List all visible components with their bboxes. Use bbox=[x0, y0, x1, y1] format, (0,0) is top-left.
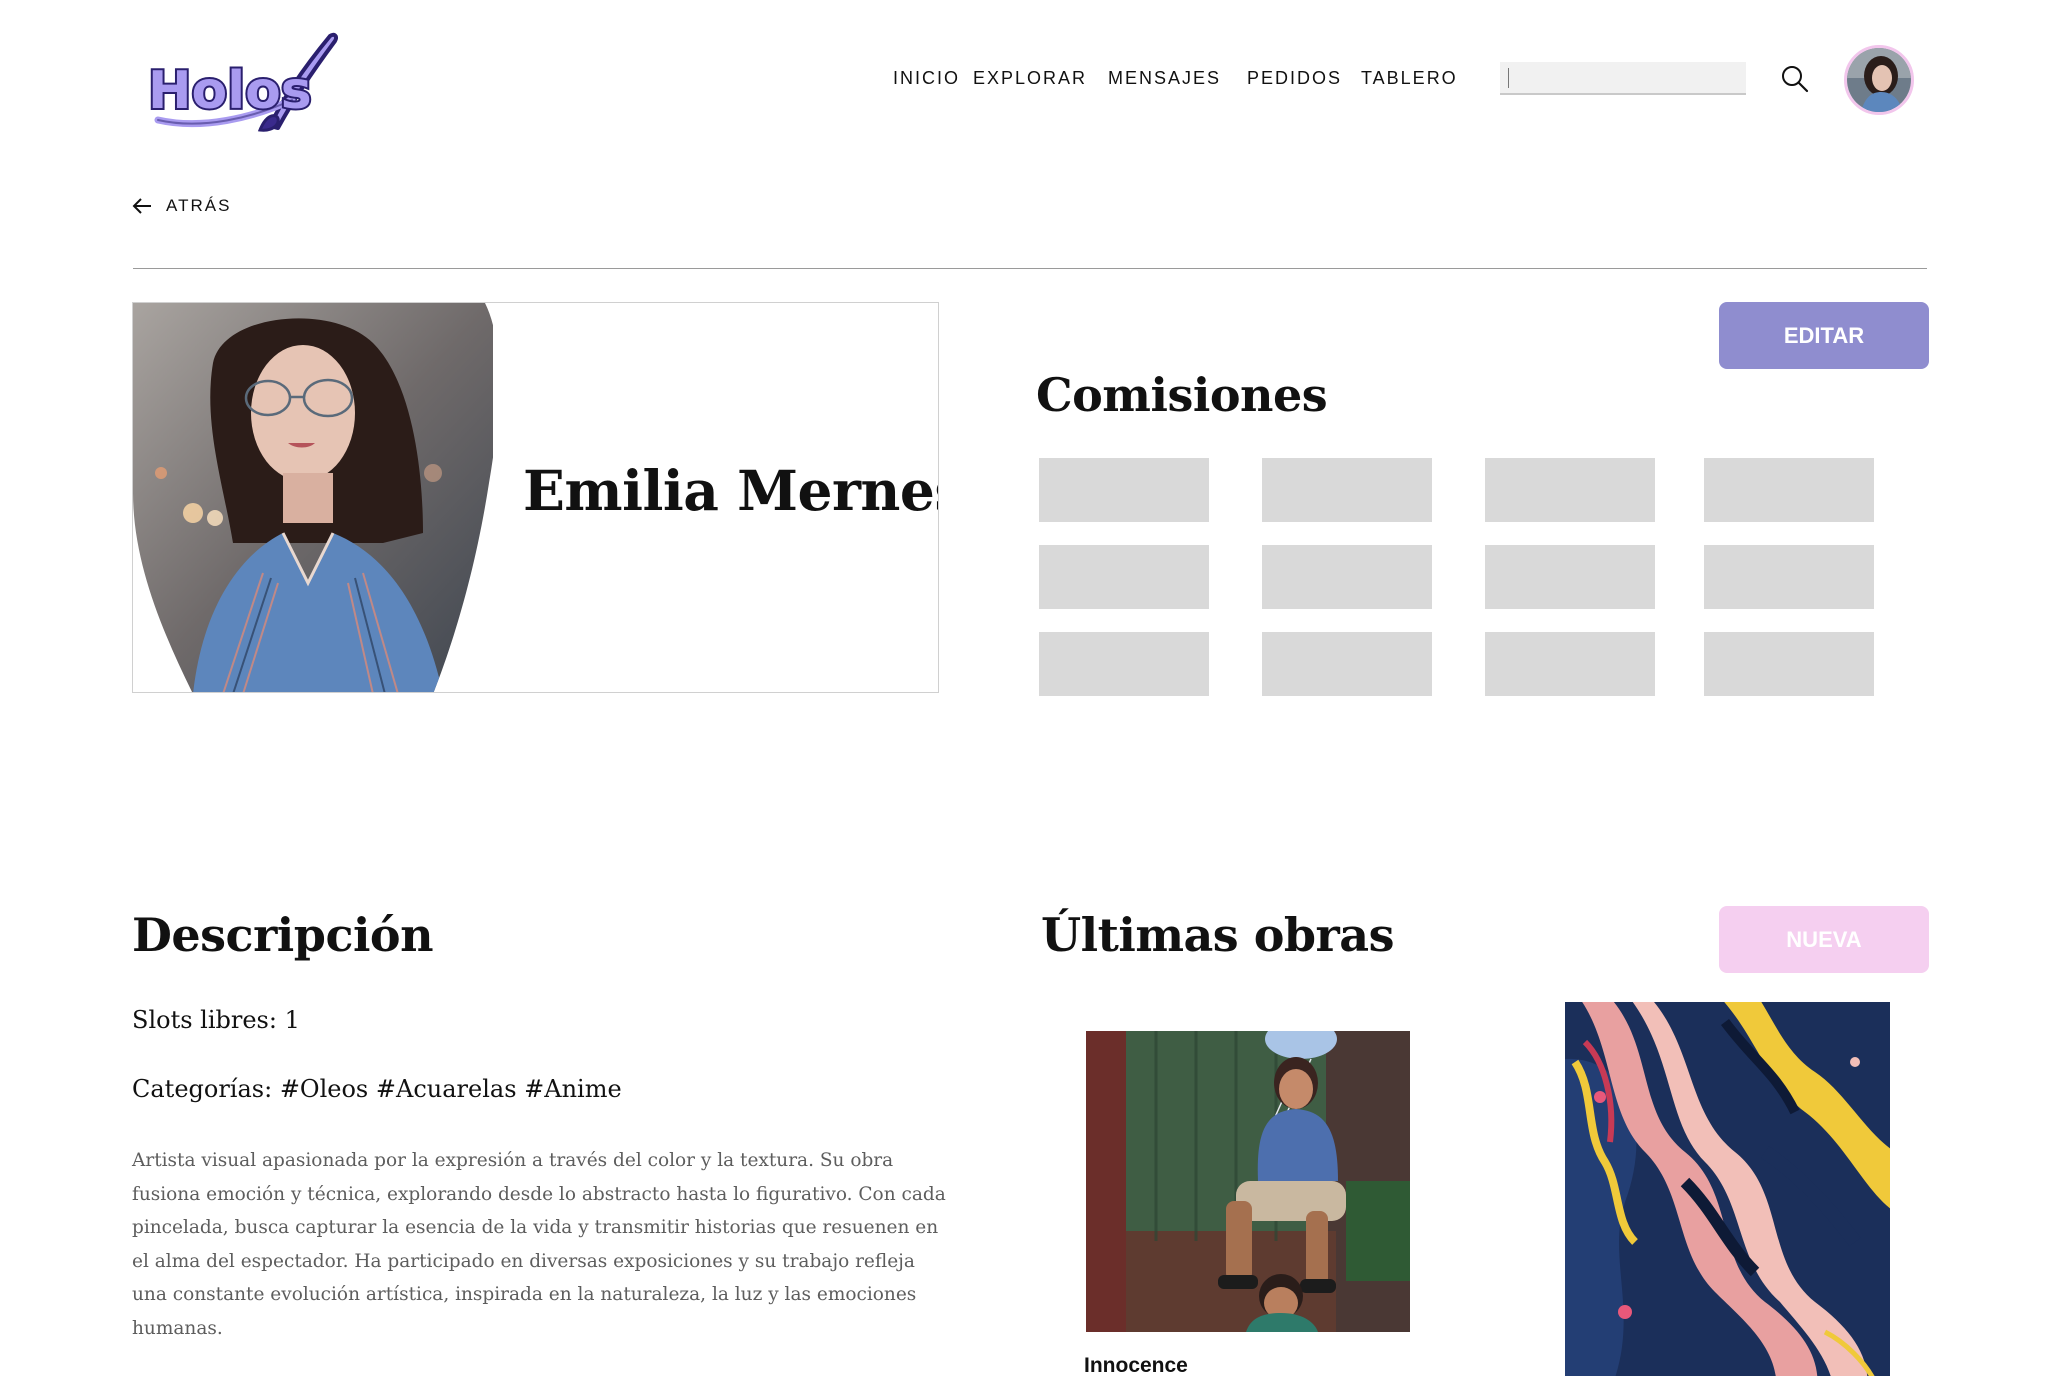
profile-name: Emilia Mernes bbox=[523, 458, 939, 523]
artwork-title[interactable]: Innocence bbox=[1084, 1354, 1188, 1378]
commission-slot[interactable] bbox=[1704, 458, 1874, 522]
svg-text:Holos: Holos bbox=[148, 61, 312, 121]
latest-works-title: Últimas obras bbox=[1041, 908, 1395, 962]
avatar[interactable] bbox=[1844, 45, 1914, 115]
nav-explorar[interactable]: EXPLORAR bbox=[973, 68, 1087, 89]
nav-mensajes[interactable]: MENSAJES bbox=[1108, 68, 1221, 89]
free-slots: Slots libres: 1 bbox=[132, 1006, 300, 1034]
profile-card: Emilia Mernes bbox=[132, 302, 939, 693]
back-button[interactable]: ATRÁS bbox=[132, 196, 231, 216]
nav-inicio[interactable]: INICIO bbox=[893, 68, 960, 89]
artwork-innocence[interactable] bbox=[1086, 1031, 1410, 1332]
back-label: ATRÁS bbox=[166, 196, 232, 215]
description-title: Descripción bbox=[132, 908, 434, 962]
search-caret bbox=[1508, 68, 1509, 88]
commission-slot[interactable] bbox=[1039, 632, 1209, 696]
divider bbox=[133, 268, 1927, 269]
nav-tablero[interactable]: TABLERO bbox=[1361, 68, 1458, 89]
commissions-title: Comisiones bbox=[1036, 368, 1328, 422]
commission-slot[interactable] bbox=[1704, 545, 1874, 609]
new-work-button[interactable]: NUEVA bbox=[1719, 906, 1929, 973]
edit-button[interactable]: EDITAR bbox=[1719, 302, 1929, 369]
description-text: Artista visual apasionada por la expresi… bbox=[132, 1150, 946, 1339]
categories: Categorías: #Oleos #Acuarelas #Anime bbox=[132, 1075, 622, 1103]
commission-slot[interactable] bbox=[1704, 632, 1874, 696]
commission-slot[interactable] bbox=[1262, 458, 1432, 522]
holos-logo[interactable]: Holos bbox=[142, 30, 339, 132]
commission-slot[interactable] bbox=[1485, 545, 1655, 609]
search-input[interactable] bbox=[1500, 62, 1746, 95]
commission-slot[interactable] bbox=[1485, 632, 1655, 696]
commission-slot[interactable] bbox=[1262, 632, 1432, 696]
commission-slot[interactable] bbox=[1485, 458, 1655, 522]
arrow-left-icon bbox=[132, 198, 151, 214]
nav-pedidos[interactable]: PEDIDOS bbox=[1247, 68, 1342, 89]
commission-slot[interactable] bbox=[1039, 545, 1209, 609]
commission-slot[interactable] bbox=[1039, 458, 1209, 522]
profile-photo bbox=[133, 303, 493, 692]
search-icon[interactable] bbox=[1780, 64, 1810, 94]
artwork-abstract[interactable] bbox=[1565, 1002, 1890, 1376]
commission-slot[interactable] bbox=[1262, 545, 1432, 609]
